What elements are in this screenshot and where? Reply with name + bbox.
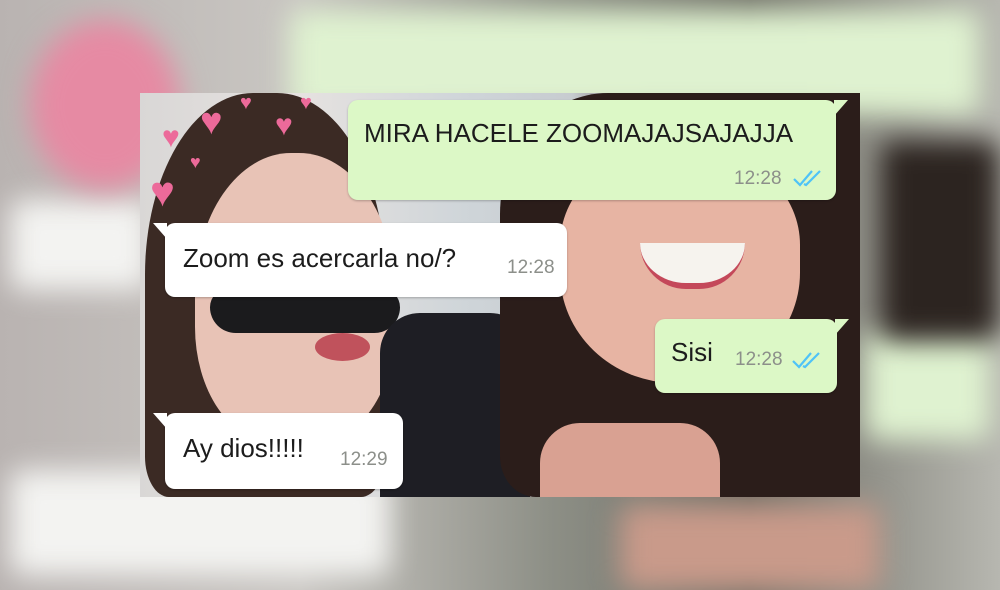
message-bubble-incoming[interactable]: Zoom es acercarla no/? 12:28	[153, 223, 567, 297]
message-text: Zoom es acercarla no/?	[183, 243, 457, 273]
chat-screenshot: ♥ ♥ ♥ ♥ ♥ ♥ ♥ MIRA HACELE ZOOMAJAJSAJAJJ…	[140, 93, 860, 497]
lips	[315, 333, 370, 361]
heart-icon: ♥	[150, 168, 175, 215]
message-bubble-incoming[interactable]: Ay dios!!!!! 12:29	[153, 413, 403, 489]
message-time: 12:28	[507, 257, 555, 278]
message-text: Sisi	[671, 337, 713, 367]
heart-icon: ♥	[190, 152, 201, 172]
message-bubble-outgoing[interactable]: MIRA HACELE ZOOMAJAJSAJAJJA 12:28	[348, 100, 848, 200]
blurred-bubble	[10, 200, 150, 290]
double-check-icon	[792, 352, 820, 369]
blurred-hair	[880, 140, 1000, 340]
message-text: Ay dios!!!!!	[183, 433, 304, 463]
heart-icon: ♥	[275, 109, 293, 142]
message-bubble-outgoing[interactable]: Sisi 12:28	[655, 319, 849, 393]
message-time: 12:28	[734, 168, 782, 189]
heart-icon: ♥	[162, 121, 180, 154]
message-text: MIRA HACELE ZOOMAJAJSAJAJJA	[364, 118, 794, 148]
right-shoulder	[540, 423, 720, 497]
heart-icon: ♥	[200, 101, 223, 143]
message-time: 12:29	[340, 449, 388, 470]
heart-icon: ♥	[240, 93, 252, 114]
blurred-bubble	[865, 330, 990, 440]
double-check-icon	[793, 170, 821, 187]
blurred-face	[620, 505, 880, 590]
message-time: 12:28	[735, 349, 783, 370]
heart-icon: ♥	[300, 93, 312, 114]
